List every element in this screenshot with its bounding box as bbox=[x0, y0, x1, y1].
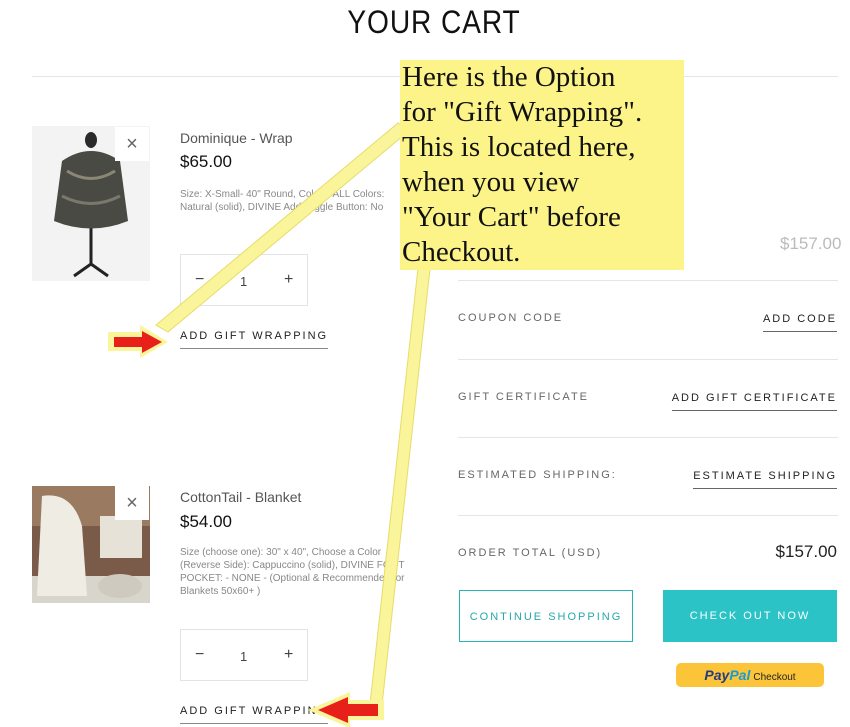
qty-decrease-button[interactable]: − bbox=[195, 271, 204, 289]
qty-value[interactable]: 1 bbox=[240, 274, 247, 289]
qty-increase-button[interactable]: + bbox=[284, 646, 293, 664]
item-price: $54.00 bbox=[180, 512, 232, 531]
item-price: $65.00 bbox=[180, 152, 232, 171]
order-total-label: ORDER TOTAL (USD) bbox=[458, 547, 603, 559]
item-name[interactable]: CottonTail - Blanket bbox=[180, 489, 301, 505]
qty-value[interactable]: 1 bbox=[240, 649, 247, 664]
item-options: Size: X-Small- 40" Round, Colors, ALL Co… bbox=[180, 189, 385, 213]
continue-shopping-button[interactable]: CONTINUE SHOPPING bbox=[459, 590, 633, 642]
estimated-shipping-label: ESTIMATED SHIPPING: bbox=[458, 469, 617, 481]
note-line: when you view bbox=[402, 166, 580, 198]
quantity-stepper: − 1 + bbox=[180, 629, 308, 681]
check-out-now-button[interactable]: CHECK OUT NOW bbox=[663, 590, 837, 642]
paypal-checkout-button[interactable]: PayPal Checkout bbox=[676, 663, 824, 687]
note-line: Checkout. bbox=[402, 236, 521, 268]
summary-divider bbox=[458, 515, 838, 516]
estimate-shipping-link[interactable]: ESTIMATE SHIPPING bbox=[693, 470, 837, 489]
item-options: Size (choose one): 30" x 40", Choose a C… bbox=[180, 547, 405, 597]
paypal-logo-pay: Pay bbox=[704, 667, 730, 683]
add-gift-certificate-link[interactable]: ADD GIFT CERTIFICATE bbox=[671, 392, 837, 411]
note-line: for "Gift Wrapping". bbox=[402, 96, 643, 128]
note-line: This is located here, bbox=[402, 131, 636, 163]
coupon-code-label: COUPON CODE bbox=[458, 312, 564, 324]
page-title: YOUR CART bbox=[347, 4, 521, 40]
qty-decrease-button[interactable]: − bbox=[195, 646, 204, 664]
summary-divider bbox=[458, 359, 838, 360]
pointer-line-bottom bbox=[369, 267, 431, 706]
arrow-icon bbox=[108, 325, 168, 358]
subtotal-value: $157.00 bbox=[780, 234, 842, 253]
remove-item-button[interactable]: × bbox=[115, 127, 149, 161]
annotation-note: Here is the Option for "Gift Wrapping". … bbox=[400, 60, 684, 270]
add-gift-wrapping-link[interactable]: ADD GIFT WRAPPING bbox=[180, 705, 329, 724]
note-line: "Your Cart" before bbox=[402, 201, 621, 233]
note-line: Here is the Option bbox=[402, 61, 616, 93]
summary-divider bbox=[458, 280, 838, 281]
qty-increase-button[interactable]: + bbox=[284, 271, 293, 289]
paypal-checkout-label: Checkout bbox=[753, 672, 796, 683]
gift-certificate-label: GIFT CERTIFICATE bbox=[458, 391, 590, 403]
item-name[interactable]: Dominique - Wrap bbox=[180, 130, 293, 146]
add-code-link[interactable]: ADD CODE bbox=[762, 313, 837, 332]
order-total-value: $157.00 bbox=[775, 542, 837, 561]
summary-divider bbox=[458, 437, 838, 438]
add-gift-wrapping-link[interactable]: ADD GIFT WRAPPING bbox=[180, 330, 329, 349]
paypal-logo-pal: Pal bbox=[729, 667, 751, 683]
remove-item-button[interactable]: × bbox=[115, 486, 149, 520]
quantity-stepper: − 1 + bbox=[180, 254, 308, 306]
